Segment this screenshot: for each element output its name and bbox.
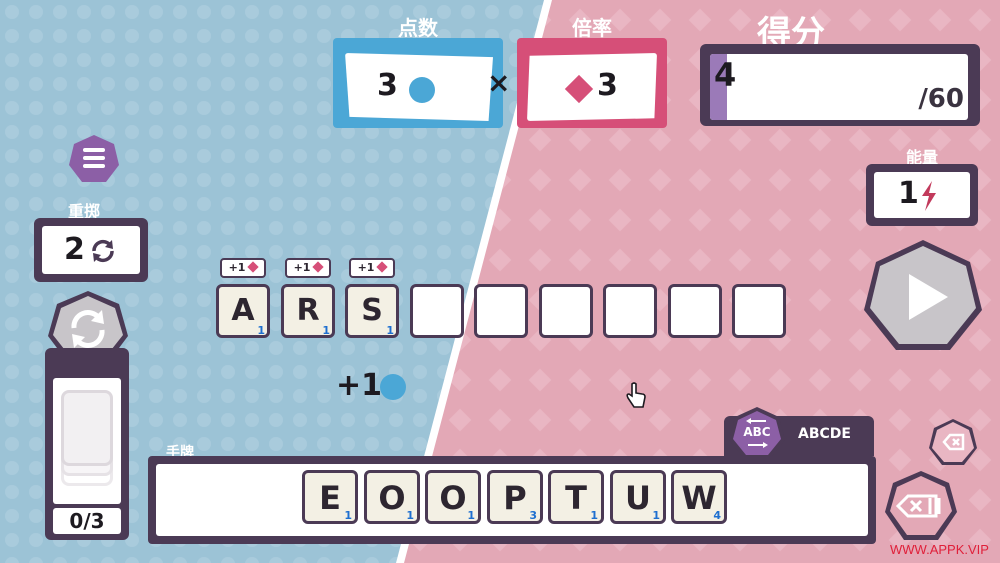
tile-points: 1: [406, 509, 414, 522]
empty-letter-slot[interactable]: [732, 284, 786, 338]
empty-letter-slot[interactable]: [474, 284, 528, 338]
hand-letter-tile[interactable]: T1: [548, 470, 604, 524]
points-label: 点数: [398, 16, 438, 40]
hand-letter-tile[interactable]: P3: [487, 470, 543, 524]
tile-points: 1: [322, 324, 330, 337]
tile-points: 1: [590, 509, 598, 522]
placed-letter-tile[interactable]: R1: [281, 284, 335, 338]
blue-circle-icon: [380, 374, 406, 400]
reroll-panel: 重掷 2: [34, 196, 148, 286]
tile-points: 1: [652, 509, 660, 522]
score-panel: 得分 4 /60: [700, 4, 980, 126]
empty-letter-slot[interactable]: [603, 284, 657, 338]
tile-letter: A: [231, 293, 255, 328]
tile-points: 1: [344, 509, 352, 522]
menu-button[interactable]: [68, 134, 120, 184]
tile-letter: U: [625, 479, 651, 517]
hand-letter-tile[interactable]: W4: [671, 470, 727, 524]
clear-button[interactable]: [928, 418, 978, 466]
score-current: 4: [714, 56, 737, 94]
points-value: 3: [377, 68, 398, 103]
tile-points: 1: [257, 324, 265, 337]
tile-points: 4: [713, 509, 721, 522]
tile-letter: W: [681, 479, 717, 517]
hand-letter-tile[interactable]: O1: [364, 470, 420, 524]
gain-indicator: +1: [336, 368, 416, 404]
refresh-icon: [92, 239, 114, 263]
hand-letter-tile[interactable]: U1: [610, 470, 666, 524]
menu-icon: [83, 148, 105, 152]
empty-letter-slot[interactable]: [539, 284, 593, 338]
placed-letter-tile[interactable]: A1: [216, 284, 270, 338]
multiply-sign: ×: [487, 66, 511, 99]
score-target: /60: [918, 84, 964, 114]
empty-letter-slot[interactable]: [410, 284, 464, 338]
hand-letter-tile[interactable]: E1: [302, 470, 358, 524]
hand-letter-tile[interactable]: O1: [425, 470, 481, 524]
tile-letter: T: [565, 479, 587, 517]
multiplier-label: 倍率: [572, 16, 612, 40]
tile-points: 3: [529, 509, 537, 522]
discard-count: 0/3: [69, 509, 105, 533]
tile-letter: O: [378, 479, 406, 517]
energy-bolt-icon: [922, 181, 936, 211]
sort-abc-icon: ABC: [743, 425, 771, 439]
tile-letter: O: [439, 479, 467, 517]
multiplier-value: 3: [597, 68, 618, 103]
tile-letter: P: [503, 479, 527, 517]
tile-points: 1: [386, 324, 394, 337]
gain-text: +1: [336, 368, 383, 403]
multiplier-panel: 倍率 3: [517, 8, 667, 128]
empty-letter-slot[interactable]: [668, 284, 722, 338]
tile-letter: S: [361, 293, 383, 328]
watermark: WWW.APPK.VIP: [890, 542, 989, 557]
reroll-value: 2: [64, 232, 85, 267]
tile-points: 1: [467, 509, 475, 522]
sort-label: ABCDE: [798, 426, 851, 442]
blue-circle-icon: [409, 77, 435, 103]
discard-button[interactable]: [884, 470, 958, 542]
energy-value: 1: [898, 176, 919, 211]
tile-letter: R: [296, 293, 320, 328]
tile-letter: E: [319, 479, 341, 517]
hand-cursor-icon: [626, 382, 646, 408]
sort-abc-button[interactable]: ABC: [728, 406, 786, 460]
points-panel: 点数 3: [333, 8, 503, 128]
discard-pile: 0/3: [45, 348, 129, 540]
energy-panel: 能量 1: [866, 142, 978, 226]
play-button[interactable]: [862, 238, 984, 356]
placed-letter-tile[interactable]: S1: [345, 284, 399, 338]
play-button-shape: [864, 240, 982, 350]
discard-card-1: [61, 390, 113, 466]
